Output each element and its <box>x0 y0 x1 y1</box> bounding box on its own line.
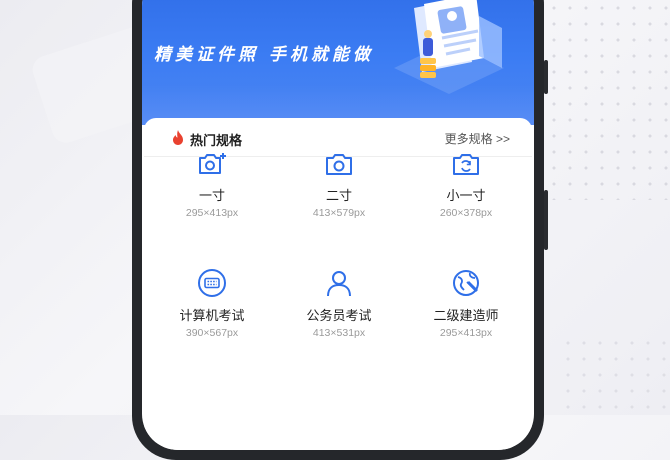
spec-item-two-inch[interactable]: 二寸 413×579px <box>275 152 403 219</box>
spec-name: 二级建造师 <box>433 308 499 323</box>
spec-name: 一寸 <box>198 188 225 203</box>
spec-item-second-class-constructor[interactable]: 二级建造师 295×413px <box>402 268 530 339</box>
banner-slogan: 精美证件照 手机就能做 <box>154 45 374 65</box>
spec-size: 390×567px <box>185 327 239 339</box>
spec-size: 413×579px <box>312 207 366 219</box>
id-photo-illustration-icon <box>394 0 504 94</box>
spec-size: 413×531px <box>312 327 366 339</box>
background-dots <box>560 335 670 415</box>
spec-name: 计算机考试 <box>179 308 245 323</box>
spec-name: 公务员考试 <box>306 308 372 323</box>
background-dots <box>530 0 670 200</box>
more-specs-link[interactable]: 更多规格 >> <box>445 130 510 147</box>
section-title: 热门规格 <box>190 133 243 148</box>
spec-name: 小一寸 <box>446 188 486 203</box>
fire-icon <box>173 130 183 145</box>
spec-item-one-inch[interactable]: 一寸 295×413px <box>148 152 276 219</box>
keyboard-icon <box>198 269 226 297</box>
camera-plus-icon <box>199 153 226 174</box>
spec-item-civil-service-exam[interactable]: 公务员考试 413×531px <box>275 268 403 339</box>
spec-item-small-one-inch[interactable]: 小一寸 260×378px <box>402 152 530 219</box>
promo-banner[interactable]: 精美证件照 手机就能做 <box>142 0 534 125</box>
spec-size: 295×413px <box>185 207 239 219</box>
phone-side-button <box>544 60 548 94</box>
globe-icon <box>453 270 479 296</box>
spec-size: 295×413px <box>439 327 493 339</box>
camera-rotate-icon <box>453 154 479 175</box>
spec-item-computer-exam[interactable]: 计算机考试 390×567px <box>148 268 276 339</box>
phone-side-button <box>544 190 548 250</box>
phone-screen: 精美证件照 手机就能做 热门规格 更多规格 >> 一寸 295×413px 二寸… <box>142 0 534 450</box>
spec-size: 260×378px <box>439 207 493 219</box>
spec-name: 二寸 <box>325 188 352 203</box>
spec-card: 热门规格 更多规格 >> 一寸 295×413px 二寸 413×579px 小… <box>144 118 532 450</box>
person-icon <box>327 271 351 297</box>
camera-icon <box>326 154 352 175</box>
